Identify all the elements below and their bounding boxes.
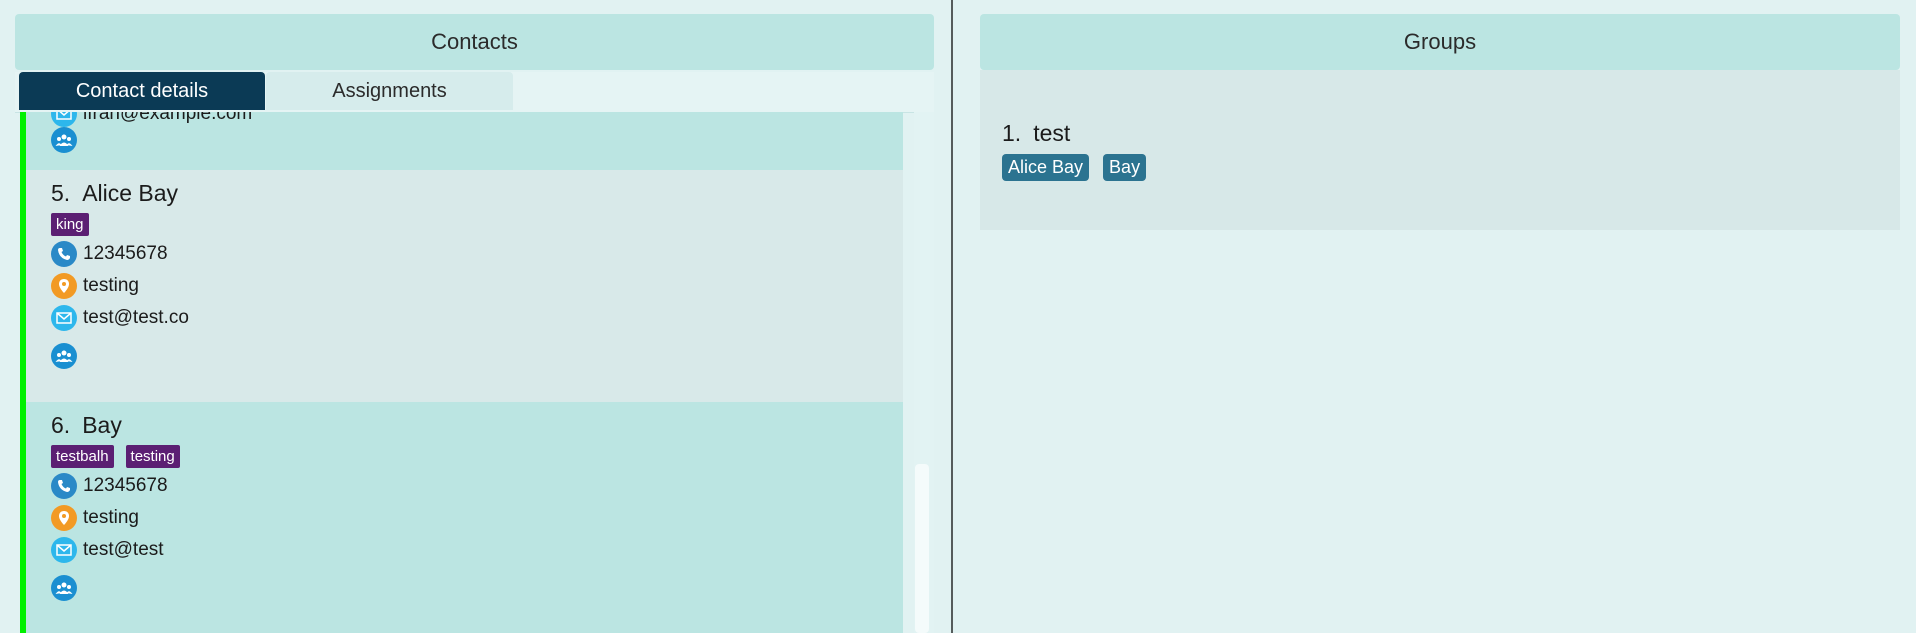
location-pin-icon bbox=[51, 273, 77, 299]
contact-name: 5. Alice Bay bbox=[51, 180, 178, 207]
contact-tags: king bbox=[51, 213, 89, 236]
contact-address-row: testing bbox=[51, 272, 139, 300]
contact-groups-row bbox=[51, 574, 83, 602]
phone-icon bbox=[51, 473, 77, 499]
groups-panel: Groups 1. test Alice Bay Bay bbox=[980, 14, 1900, 633]
group-icon[interactable] bbox=[51, 575, 77, 601]
group-index: 1. bbox=[1002, 120, 1022, 146]
groups-panel-title: Groups bbox=[980, 14, 1900, 70]
contact-phone: 12345678 bbox=[83, 243, 168, 264]
contacts-tabbar: Contact details Assignments bbox=[15, 72, 934, 113]
contact-tag: king bbox=[51, 213, 89, 236]
panel-divider[interactable] bbox=[951, 0, 953, 633]
contact-email: test@test bbox=[83, 539, 164, 560]
contact-card[interactable]: 5. Alice Bay king 12345678 testing test@… bbox=[20, 170, 903, 402]
group-card[interactable]: 1. test Alice Bay Bay bbox=[980, 70, 1900, 230]
mail-icon bbox=[51, 537, 77, 563]
contacts-panel-title: Contacts bbox=[15, 14, 934, 70]
mail-icon bbox=[51, 112, 77, 127]
contact-email: test@test.co bbox=[83, 307, 189, 328]
contact-tags: testbalh testing bbox=[51, 445, 180, 468]
contact-index: 6. bbox=[51, 412, 71, 438]
contact-index: 5. bbox=[51, 180, 71, 206]
phone-icon bbox=[51, 241, 77, 267]
app-window: Contacts Contact details Assignments ifr… bbox=[0, 0, 1916, 633]
contact-address-row: testing bbox=[51, 504, 139, 532]
contact-groups-row bbox=[51, 126, 83, 154]
group-name: 1. test bbox=[1002, 120, 1070, 147]
contact-phone-row: 12345678 bbox=[51, 472, 168, 500]
contact-name-text: Bay bbox=[82, 412, 122, 438]
contact-phone: 12345678 bbox=[83, 475, 168, 496]
group-name-text: test bbox=[1033, 120, 1071, 146]
mail-icon bbox=[51, 305, 77, 331]
location-pin-icon bbox=[51, 505, 77, 531]
contact-tag: testbalh bbox=[51, 445, 114, 468]
contact-email-row: test@test bbox=[51, 536, 164, 564]
group-icon[interactable] bbox=[51, 127, 77, 153]
group-members: Alice Bay Bay bbox=[1002, 154, 1147, 181]
scrollbar-thumb[interactable] bbox=[915, 464, 929, 633]
contacts-panel: Contacts Contact details Assignments ifr… bbox=[15, 14, 934, 633]
contact-card[interactable]: ifran@example.com bbox=[20, 112, 903, 170]
contact-address: testing bbox=[83, 275, 139, 296]
contact-list[interactable]: ifran@example.com 5. Alice Bay king 1234… bbox=[15, 112, 934, 633]
tab-contact-details[interactable]: Contact details bbox=[19, 72, 265, 110]
group-icon[interactable] bbox=[51, 343, 77, 369]
contact-address: testing bbox=[83, 507, 139, 528]
group-member-chip: Bay bbox=[1103, 154, 1147, 181]
contact-tag: testing bbox=[125, 445, 180, 468]
contact-groups-row bbox=[51, 342, 83, 370]
contact-phone-row: 12345678 bbox=[51, 240, 168, 268]
tab-assignments[interactable]: Assignments bbox=[266, 72, 513, 110]
contact-email-row: test@test.co bbox=[51, 304, 189, 332]
contact-card[interactable]: 6. Bay testbalh testing 12345678 testing… bbox=[20, 402, 903, 633]
contact-name: 6. Bay bbox=[51, 412, 122, 439]
contact-email: ifran@example.com bbox=[83, 112, 253, 124]
group-member-chip: Alice Bay bbox=[1002, 154, 1090, 181]
contact-name-text: Alice Bay bbox=[82, 180, 179, 206]
